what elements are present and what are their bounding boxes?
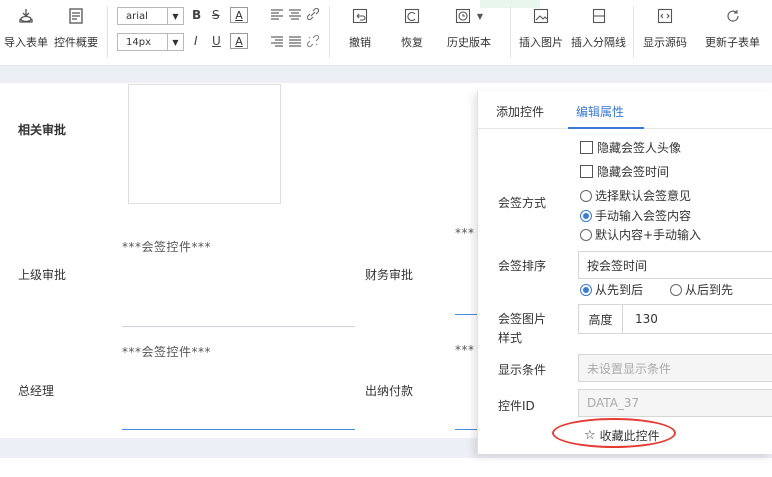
display-condition-value: 未设置显示条件 [587, 361, 672, 376]
mode-option-manual[interactable]: 手动输入会签内容 [580, 207, 691, 224]
countersign-placeholder[interactable]: ***会签控件*** [122, 238, 211, 255]
image-style-label: 会签图片 [498, 312, 547, 326]
tab-add-control[interactable]: 添加控件 [496, 103, 544, 120]
sort-option-asc[interactable]: 从先到后 [580, 281, 643, 298]
tab-edit-properties[interactable]: 编辑属性 [576, 103, 624, 120]
mode-option-label: 选择默认会签意见 [595, 189, 692, 203]
display-condition-field[interactable]: 未设置显示条件 [578, 354, 772, 382]
radio-button[interactable] [580, 189, 592, 202]
sort-option-label: 从后到先 [685, 283, 734, 297]
property-panel: 添加控件 编辑属性 隐藏会签人头像 隐藏会签时间 会签方式 选择默认会签意见 手… [477, 91, 772, 454]
active-tab-indicator [568, 127, 644, 129]
cashier-payment-label: 出纳付款 [365, 384, 414, 398]
sort-option-label: 从先到后 [595, 283, 644, 297]
countersign-placeholder-truncated[interactable]: *** [455, 343, 475, 357]
sort-select[interactable]: 按会签时间 [578, 251, 772, 279]
countersign-placeholder-truncated[interactable]: *** [455, 226, 475, 240]
control-id-label: 控件ID [498, 399, 535, 413]
field-underline [122, 326, 355, 327]
control-id-value: DATA_37 [587, 396, 640, 410]
general-manager-label: 总经理 [18, 384, 55, 398]
hide-time-checkbox[interactable]: 隐藏会签时间 [580, 163, 669, 180]
highlight-ellipse [552, 418, 676, 448]
mode-option-combined[interactable]: 默认内容+手动输入 [580, 226, 701, 243]
control-id-field: DATA_37 [578, 389, 772, 417]
panel-tabs: 添加控件 编辑属性 [478, 91, 772, 129]
countersign-placeholder[interactable]: ***会签控件*** [122, 343, 211, 360]
checkbox-box[interactable] [580, 165, 593, 178]
height-label: 高度 [579, 305, 623, 333]
countersign-mode-label: 会签方式 [498, 196, 547, 210]
finance-approval-label: 财务审批 [365, 268, 414, 282]
mode-option-label: 手动输入会签内容 [595, 209, 692, 223]
field-underline [455, 429, 477, 430]
radio-button[interactable] [670, 283, 682, 296]
hide-avatar-label: 隐藏会签人头像 [597, 141, 682, 155]
sort-select-value: 按会签时间 [587, 258, 648, 273]
mode-option-default[interactable]: 选择默认会签意见 [580, 187, 691, 204]
mode-option-label: 默认内容+手动输入 [595, 228, 702, 242]
radio-button-selected[interactable] [580, 209, 592, 222]
height-input-group[interactable]: 高度 130 [578, 304, 772, 334]
field-underline [455, 314, 477, 315]
image-style-label-2: 样式 [498, 331, 523, 345]
superior-approval-label: 上级审批 [18, 268, 67, 282]
sort-label: 会签排序 [498, 259, 547, 273]
hide-time-label: 隐藏会签时间 [597, 165, 670, 179]
hide-avatar-checkbox[interactable]: 隐藏会签人头像 [580, 139, 681, 156]
radio-button-selected[interactable] [580, 283, 592, 296]
field-underline [122, 429, 355, 430]
related-approval-label: 相关审批 [18, 123, 67, 137]
radio-button[interactable] [580, 228, 592, 241]
height-input[interactable]: 130 [623, 312, 658, 326]
display-condition-label: 显示条件 [498, 363, 547, 377]
checkbox-box[interactable] [580, 141, 593, 154]
image-placeholder[interactable] [128, 84, 281, 204]
sort-option-desc[interactable]: 从后到先 [670, 281, 733, 298]
